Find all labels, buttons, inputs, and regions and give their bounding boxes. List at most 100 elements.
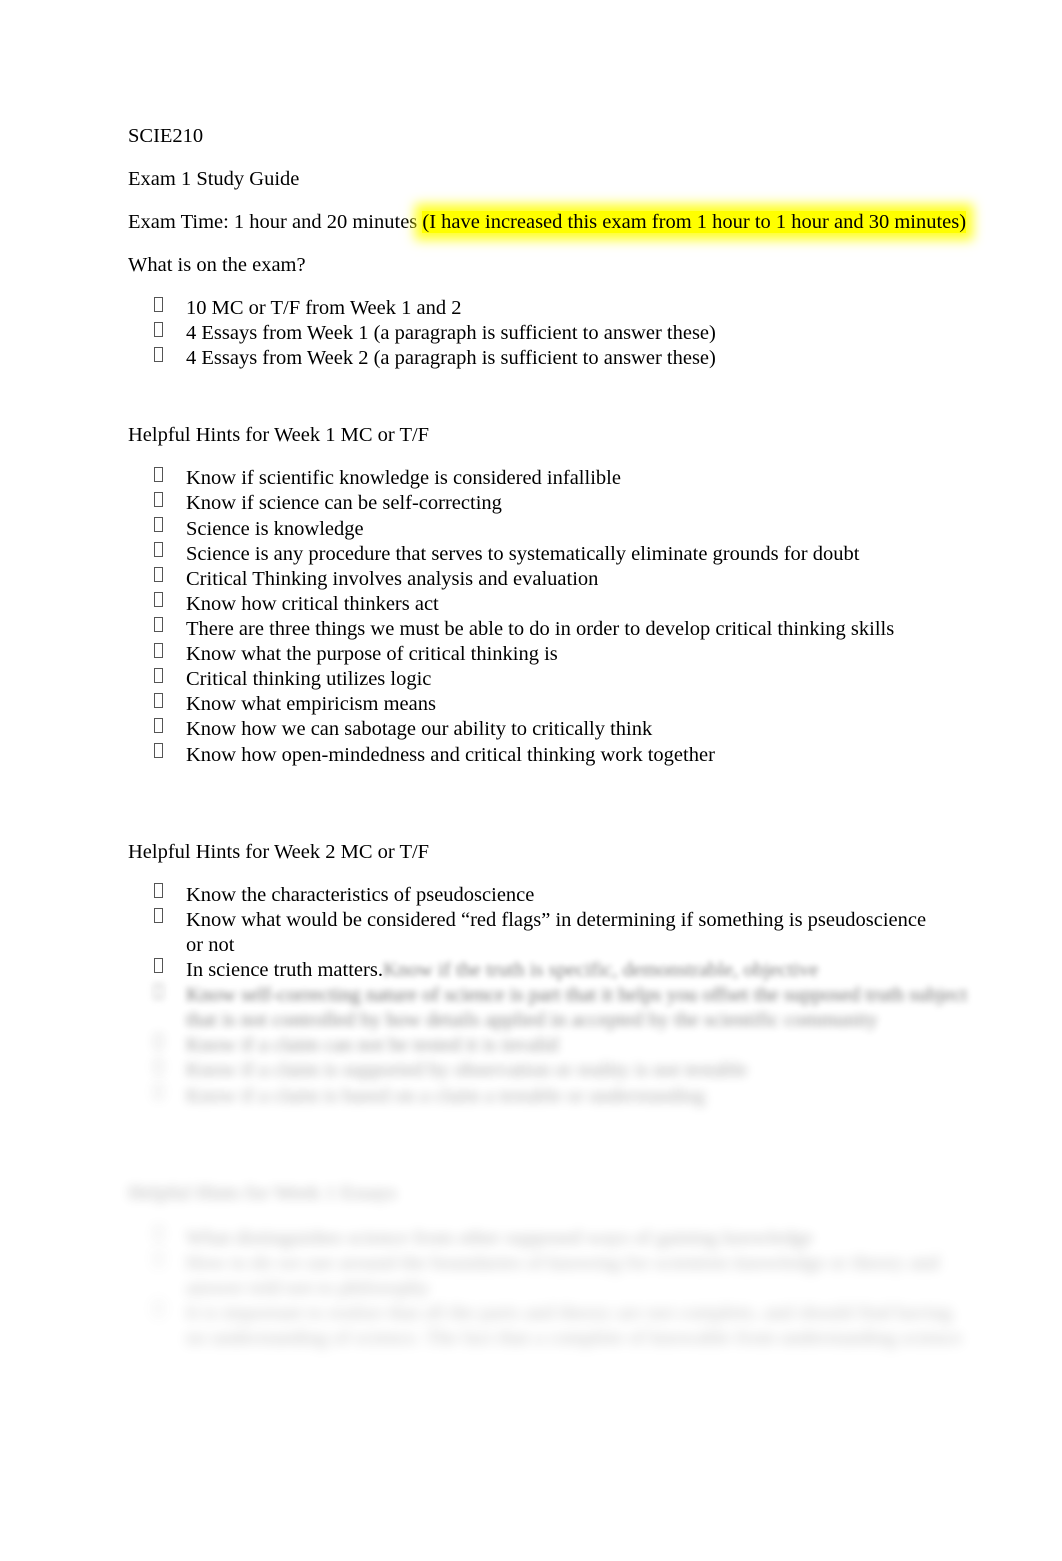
course-code: SCIE210 — [128, 125, 204, 147]
list-item-label: 10 MC or T/F from Week 1 and 2 — [186, 297, 462, 319]
obscured-line-text: Know if a claim is supported by observat… — [186, 1059, 748, 1082]
bullet-box-icon — [154, 321, 163, 337]
exam-time-highlight: (I have increased this exam from 1 hour … — [422, 211, 967, 233]
list-item: 4 Essays from Week 1 (a paragraph is suf… — [128, 321, 940, 346]
exam-time-line: Exam Time: 1 hour and 20 minutes (I have… — [128, 210, 967, 235]
obscured-line: Know if a claim is supported by observat… — [128, 1058, 940, 1083]
list-item-label: Know what would be considered “red flags… — [186, 908, 927, 956]
exam-time-label: Exam Time: 1 hour and 20 minutes — [128, 211, 423, 233]
list-item: Critical thinking utilizes logic — [128, 667, 940, 692]
list-item-label: Know if scientific knowledge is consider… — [186, 467, 621, 490]
list-item: Know how open-mindedness and critical th… — [128, 743, 940, 768]
list-item: In science truth matters.Know if the tru… — [128, 958, 940, 983]
list-item: Know how we can sabotage our ability to … — [128, 717, 940, 742]
list-item: There are three things we must be able t… — [128, 617, 940, 642]
document-body: SCIE210 Exam 1 Study Guide Exam Time: 1 … — [128, 124, 967, 1351]
list-item-label: Know the characteristics of pseudoscienc… — [186, 883, 535, 906]
list-item-label: 4 Essays from Week 1 (a paragraph is suf… — [186, 322, 716, 345]
list-item: Know how critical thinkers act — [128, 592, 940, 617]
list-item: Know what the purpose of critical thinki… — [128, 642, 940, 667]
bullet-box-icon — [154, 1301, 163, 1317]
obscured-line-text: Know self-correcting nature of science i… — [186, 984, 968, 1007]
bullet-box-icon — [154, 517, 163, 533]
bullet-box-icon — [154, 667, 163, 683]
bullet-box-icon — [154, 1226, 163, 1242]
obscured-line-text: It is important to realize that all the … — [186, 1301, 953, 1324]
list-item-label: Know what the purpose of critical thinki… — [186, 643, 558, 666]
obscured-line: Know if a claim can not be tested it is … — [128, 1033, 940, 1058]
obscured-line-text: Know if a claim is based on a claim a te… — [186, 1084, 706, 1107]
bullet-box-icon — [154, 983, 163, 999]
bullet-box-icon — [154, 1058, 163, 1074]
bullet-box-icon — [154, 1251, 163, 1267]
bullet-box-icon — [154, 346, 163, 362]
bullet-box-icon — [154, 883, 163, 899]
list-item-label: Critical Thinking involves analysis and … — [186, 567, 599, 590]
obscured-line: How to do we use around the boundaries o… — [128, 1251, 940, 1276]
obscured-line: What distinguishes science from other su… — [128, 1226, 940, 1251]
list-item-label: Critical thinking utilizes logic — [186, 668, 432, 691]
obscured-content-region: Know self-correcting nature of science i… — [128, 983, 967, 1351]
list-item-label: 4 Essays from Week 2 (a paragraph is suf… — [186, 347, 716, 370]
bullet-box-icon — [154, 296, 163, 312]
obscured-line-text: Know if a claim can not be tested it is … — [186, 1034, 559, 1057]
bullet-box-icon — [154, 642, 163, 658]
bullet-box-icon — [154, 542, 163, 558]
list-item: Know what empiricism means — [128, 692, 940, 717]
list-item: Know if science can be self-correcting — [128, 491, 940, 516]
list-item: Science is any procedure that serves to … — [128, 542, 940, 567]
bullet-box-icon — [154, 567, 163, 583]
bullet-box-icon — [154, 743, 163, 759]
obscured-line-text: What distinguishes science from other su… — [186, 1226, 813, 1249]
obscured-line: answer told not to philosophy — [128, 1276, 940, 1301]
bullet-box-icon — [154, 908, 163, 924]
page-title: Exam 1 Study Guide — [128, 168, 300, 190]
obscured-heading: Helpful Hints for Week 1 Essays — [128, 1181, 397, 1204]
list-item-label: Know how we can sabotage our ability to … — [186, 718, 653, 741]
document-page: SCIE210 Exam 1 Study Guide Exam Time: 1 … — [0, 0, 1062, 1561]
bullet-box-icon — [154, 592, 163, 608]
list-item-label: In science truth matters. — [186, 958, 383, 981]
week1-hints-list: Know if scientific knowledge is consider… — [128, 466, 940, 767]
week1-heading: Helpful Hints for Week 1 MC or T/F — [128, 424, 430, 447]
list-item: 10 MC or T/F from Week 1 and 2 — [128, 296, 940, 321]
bullet-box-icon — [154, 1084, 163, 1100]
list-item-label: Know what empiricism means — [186, 693, 436, 716]
obscured-line: It is important to realize that all the … — [128, 1301, 952, 1326]
list-item: Know the characteristics of pseudoscienc… — [128, 883, 940, 908]
whats-on-exam-heading: What is on the exam? — [128, 254, 306, 276]
obscured-line: Know if a claim is based on a claim a te… — [128, 1084, 940, 1109]
obscured-line: no understanding of science. The fact th… — [128, 1326, 962, 1351]
list-item: Know if scientific knowledge is consider… — [128, 466, 940, 491]
bullet-box-icon — [154, 717, 163, 733]
bullet-box-icon — [154, 617, 163, 633]
list-item: Critical Thinking involves analysis and … — [128, 567, 940, 592]
obscured-line-text: no understanding of science. The fact th… — [186, 1327, 963, 1350]
list-item: Science is knowledge — [128, 517, 940, 542]
exam-contents-list: 10 MC or T/F from Week 1 and 2 4 Essays … — [128, 296, 940, 371]
bullet-box-icon — [154, 466, 163, 482]
obscured-line-text: answer told not to philosophy — [186, 1276, 430, 1299]
list-item-label: There are three things we must be able t… — [186, 617, 895, 640]
obscured-line: Know self-correcting nature of science i… — [128, 983, 967, 1008]
week2-heading: Helpful Hints for Week 2 MC or T/F — [128, 840, 430, 863]
week2-hints-list: Know the characteristics of pseudoscienc… — [128, 883, 940, 983]
obscured-line: that is not controlled by how details ap… — [128, 1008, 940, 1033]
bullet-box-icon — [154, 692, 163, 708]
bullet-box-icon — [154, 1033, 163, 1049]
list-item-label: Science is any procedure that serves to … — [186, 542, 860, 565]
obscured-line-text: that is not controlled by how details ap… — [186, 1009, 878, 1032]
obscured-text-fragment: Know if the truth is specific, demonstra… — [382, 958, 819, 981]
list-item-label: Science is knowledge — [186, 517, 364, 540]
obscured-line-text: How to do we use around the boundaries o… — [186, 1251, 940, 1274]
list-item: 4 Essays from Week 2 (a paragraph is suf… — [128, 346, 940, 371]
list-item-label: Know if science can be self-correcting — [186, 492, 502, 515]
bullet-box-icon — [154, 491, 163, 507]
list-item-label: Know how open-mindedness and critical th… — [186, 743, 715, 766]
